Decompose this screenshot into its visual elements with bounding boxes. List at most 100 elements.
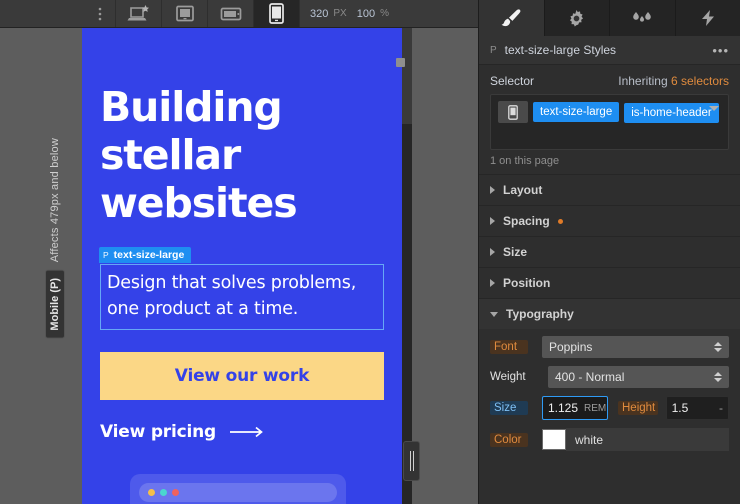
- mobile-portrait-icon: [508, 104, 518, 120]
- canvas-size-zoom-readout[interactable]: 320 PX 100 %: [299, 0, 478, 27]
- height-label: Height: [618, 401, 658, 415]
- section-layout[interactable]: Layout: [479, 174, 740, 205]
- inheriting-word: Inheriting: [618, 74, 668, 88]
- selector-chip-secondary[interactable]: is-home-header: [624, 103, 719, 123]
- ellipsis-icon[interactable]: •••: [712, 43, 729, 58]
- breakpoint-mobile-portrait-button[interactable]: [253, 0, 299, 27]
- chevron-right-icon: [490, 217, 495, 225]
- paint-brush-icon: [501, 9, 521, 27]
- browser-dot-red: [172, 489, 179, 496]
- view-pricing-link[interactable]: View pricing: [100, 422, 384, 442]
- browser-dot-yellow: [148, 489, 155, 496]
- weight-label: Weight: [490, 371, 526, 383]
- section-layout-label: Layout: [503, 183, 543, 197]
- breakpoint-mobile-landscape-button[interactable]: [207, 0, 253, 27]
- canvas-corner-icon: [396, 58, 405, 67]
- weight-value: 400 - Normal: [555, 370, 625, 384]
- color-row: Color white: [490, 428, 729, 451]
- style-panel: P text-size-large Styles ••• Selector In…: [478, 0, 740, 504]
- selector-device-icon[interactable]: [498, 101, 528, 123]
- selector-label: Selector: [490, 74, 535, 88]
- top-toolbar: 320 PX 100 %: [0, 0, 478, 28]
- inheriting-info[interactable]: Inheriting 6 selectors: [618, 74, 729, 88]
- view-our-work-button[interactable]: View our work: [100, 352, 384, 401]
- zoom-value: 100: [356, 7, 376, 20]
- page-viewport[interactable]: Building stellar websites P text-size-la…: [82, 28, 402, 504]
- selector-chip-primary[interactable]: text-size-large: [533, 102, 620, 122]
- modified-indicator-dot: [557, 218, 563, 224]
- breakpoint-mobile-chip[interactable]: Mobile (P): [45, 270, 65, 339]
- chevron-right-icon: [490, 186, 495, 194]
- canvas-resize-handle[interactable]: [403, 441, 420, 481]
- size-value: 1.125: [548, 401, 579, 415]
- section-typography[interactable]: Typography: [479, 298, 740, 329]
- size-unit[interactable]: REM: [584, 403, 606, 414]
- selection-badge[interactable]: P text-size-large: [99, 246, 192, 263]
- section-size[interactable]: Size: [479, 236, 740, 267]
- section-spacing[interactable]: Spacing: [479, 205, 740, 236]
- selection-badge-tag: P: [103, 249, 109, 260]
- kebab-menu-icon[interactable]: [85, 0, 115, 27]
- height-value: 1.5: [671, 401, 689, 415]
- zoom-unit: %: [380, 8, 389, 19]
- chevron-right-icon: [490, 248, 495, 256]
- panel-tabs: [479, 0, 740, 36]
- canvas-width-value: 320: [310, 7, 329, 20]
- arrow-right-icon: [230, 427, 263, 438]
- browser-dot-teal: [160, 489, 167, 496]
- font-label: Font: [490, 340, 528, 354]
- selected-paragraph-wrapper: P text-size-large Design that solves pro…: [99, 246, 384, 331]
- font-select[interactable]: Poppins: [542, 336, 729, 358]
- section-typography-label: Typography: [506, 307, 574, 321]
- inheriting-count: 6 selectors: [670, 74, 729, 88]
- chevron-down-icon[interactable]: [709, 106, 719, 111]
- selector-usage-count: 1 on this page: [490, 155, 560, 167]
- size-height-row: Size 1.125 REM Height 1.5 -: [490, 396, 729, 420]
- canvas-right-gutter-top: [402, 28, 412, 124]
- section-size-label: Size: [503, 245, 528, 259]
- hero-heading[interactable]: Building stellar websites: [100, 83, 384, 228]
- breakpoint-desktop-button[interactable]: [115, 0, 161, 27]
- view-pricing-label: View pricing: [100, 422, 216, 443]
- selection-badge-label: text-size-large: [113, 248, 185, 261]
- tab-style[interactable]: [479, 0, 545, 36]
- hero-paragraph[interactable]: Design that solves problems, one product…: [100, 263, 384, 331]
- section-position[interactable]: Position: [479, 267, 740, 298]
- panel-header-title: text-size-large Styles: [504, 43, 617, 57]
- weight-select[interactable]: 400 - Normal: [548, 366, 729, 388]
- tab-settings[interactable]: [545, 0, 610, 36]
- tab-effects[interactable]: [676, 0, 740, 36]
- breakpoint-affects-label: Affects 479px and below: [49, 138, 61, 263]
- panel-header-tag: P: [490, 44, 497, 56]
- font-row: Font Poppins: [490, 336, 729, 358]
- typography-body: Font Poppins Weight 400 - Normal Size 1.…: [479, 329, 740, 451]
- design-canvas[interactable]: Affects 479px and below Mobile (P) Build…: [0, 28, 478, 504]
- color-value-field[interactable]: white: [566, 428, 729, 451]
- selector-header-row: Selector Inheriting 6 selectors: [479, 65, 740, 94]
- gear-icon: [570, 9, 584, 26]
- droplets-icon: [633, 12, 652, 22]
- color-label: Color: [490, 432, 528, 447]
- size-input[interactable]: 1.125 REM: [542, 396, 608, 420]
- chevron-down-icon: [490, 311, 498, 317]
- selector-box[interactable]: text-size-large is-home-header: [490, 94, 729, 150]
- height-input[interactable]: 1.5 -: [665, 396, 729, 420]
- browser-mockup: [130, 474, 346, 504]
- browser-mockup-titlebar: [139, 483, 337, 502]
- tab-interactions[interactable]: [610, 0, 676, 36]
- panel-header: P text-size-large Styles •••: [479, 36, 740, 65]
- breakpoint-tablet-button[interactable]: [161, 0, 207, 27]
- font-stepper-icon: [714, 342, 722, 352]
- lightning-bolt-icon: [701, 10, 714, 26]
- font-value: Poppins: [549, 340, 593, 354]
- color-swatch[interactable]: [542, 429, 566, 450]
- chevron-right-icon: [490, 279, 495, 287]
- section-spacing-label: Spacing: [503, 214, 550, 228]
- canvas-width-unit: PX: [333, 8, 347, 19]
- weight-row: Weight 400 - Normal: [490, 366, 729, 388]
- breakpoint-rail: Affects 479px and below Mobile (P): [45, 138, 65, 339]
- size-label: Size: [490, 401, 528, 415]
- section-position-label: Position: [503, 276, 551, 290]
- weight-stepper-icon: [714, 372, 722, 382]
- height-unit[interactable]: -: [719, 401, 723, 415]
